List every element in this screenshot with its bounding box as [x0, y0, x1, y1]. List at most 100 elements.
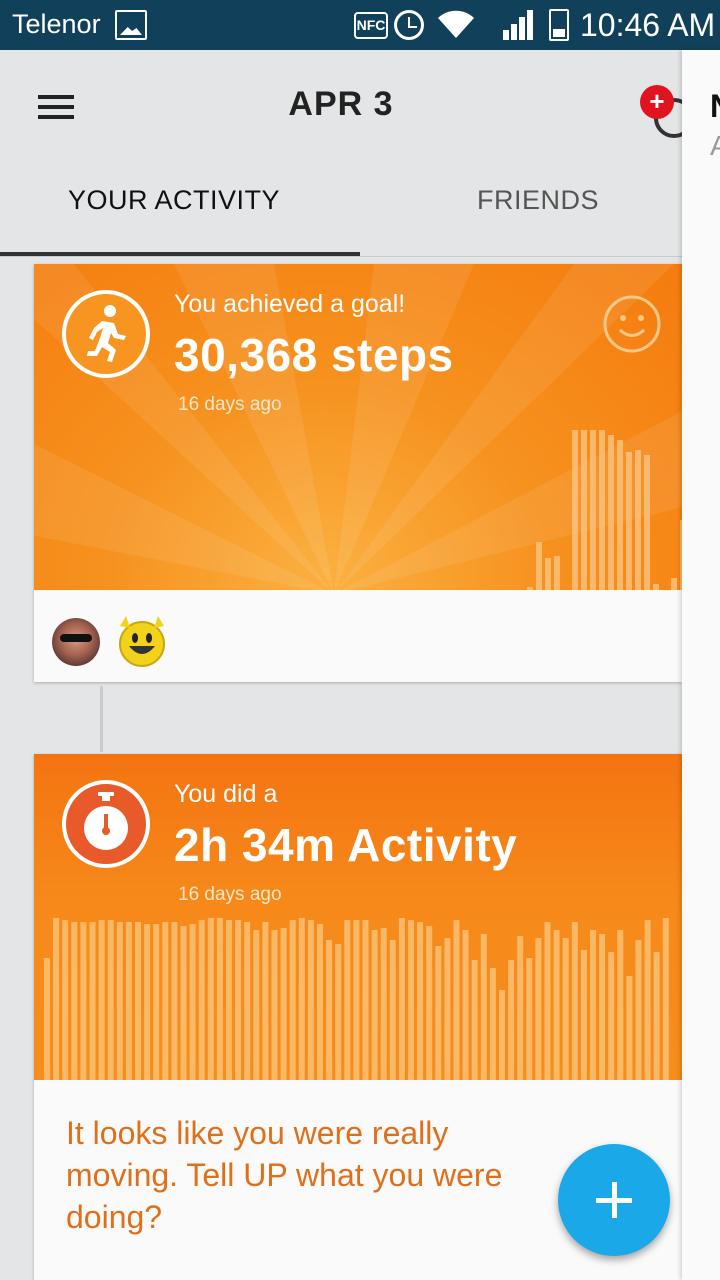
activity-bar	[226, 920, 232, 1080]
goal-card[interactable]: You achieved a goal! 30,368 steps 16 day…	[34, 264, 682, 682]
activity-bar	[444, 938, 451, 1080]
activity-bar	[536, 542, 542, 590]
activity-bar	[545, 558, 551, 590]
message-line: doing?	[66, 1199, 163, 1235]
tab-friends[interactable]: FRIENDS	[477, 185, 599, 216]
activity-bar	[544, 922, 551, 1080]
clock: 10:46 AM	[580, 7, 716, 43]
activity-bar	[162, 922, 169, 1080]
activity-bar	[389, 940, 396, 1080]
goal-age: 16 days ago	[178, 394, 282, 415]
activity-bar	[107, 920, 114, 1080]
activity-bar	[144, 924, 151, 1080]
activity-bar	[599, 934, 606, 1080]
activity-bar	[462, 930, 469, 1080]
alarm-icon	[394, 10, 424, 40]
activity-bar	[89, 922, 96, 1080]
drawer-peek-title: N	[710, 88, 720, 125]
activity-bar	[626, 976, 633, 1080]
activity-bar	[480, 934, 487, 1080]
activity-bar	[508, 960, 515, 1080]
activity-bar	[471, 960, 478, 1080]
activity-bar	[153, 924, 160, 1080]
activity-bar	[98, 920, 105, 1080]
carrier-name: Telenor	[12, 9, 101, 39]
add-button[interactable]	[558, 1144, 670, 1256]
activity-bar	[408, 920, 414, 1080]
activity-bar	[171, 922, 178, 1080]
activity-bar	[116, 922, 123, 1080]
activity-bar	[71, 922, 78, 1080]
tab-divider	[0, 256, 682, 257]
activity-bar	[180, 926, 187, 1080]
activity-bar	[353, 920, 360, 1080]
activity-bar	[262, 922, 269, 1080]
activity-bar	[653, 952, 660, 1080]
activity-bar	[635, 450, 641, 590]
activity-bar	[298, 918, 305, 1080]
activity-bar	[380, 928, 387, 1080]
activity-bar	[572, 430, 578, 590]
activity-bar	[617, 930, 624, 1080]
status-bar: Telenor NFC 10:46 AM	[0, 0, 720, 50]
activity-bar	[499, 990, 505, 1080]
activity-message[interactable]: It looks like you were really moving. Te…	[66, 1112, 626, 1238]
activity-bar	[608, 435, 614, 590]
activity-subtitle: You did a	[174, 780, 278, 808]
activity-age: 16 days ago	[178, 884, 282, 905]
activity-bar	[335, 944, 342, 1080]
activity-bar	[198, 920, 205, 1080]
activity-bar	[371, 930, 378, 1080]
running-person-icon	[62, 290, 150, 378]
goal-subtitle: You achieved a goal!	[174, 290, 406, 318]
activity-bar	[307, 920, 314, 1080]
activity-bar	[435, 946, 442, 1080]
activity-bar	[62, 920, 69, 1080]
smiley-icon[interactable]	[602, 294, 662, 354]
activity-bar	[289, 920, 296, 1080]
app-bar: APR 3 + YOUR ACTIVITY FRIENDS	[0, 50, 694, 258]
activity-bar	[580, 950, 587, 1080]
activity-bar	[608, 952, 615, 1080]
activity-bar	[599, 430, 605, 590]
activity-bar	[207, 918, 214, 1080]
activity-bar	[326, 940, 333, 1080]
activity-bar	[53, 918, 60, 1080]
message-line: moving. Tell UP what you were	[66, 1157, 503, 1193]
activity-bar	[253, 930, 260, 1080]
stopwatch-icon	[62, 780, 150, 868]
tab-your-activity[interactable]: YOUR ACTIVITY	[68, 185, 280, 216]
activity-bar	[244, 922, 251, 1080]
activity-bar	[189, 924, 196, 1080]
activity-bar	[125, 922, 132, 1080]
activity-headline: 2h 34m Activity	[174, 819, 518, 871]
wifi-icon	[438, 10, 474, 39]
activity-bar	[426, 926, 433, 1080]
nfc-icon: NFC	[354, 12, 388, 39]
user-avatar[interactable]	[52, 618, 100, 666]
activity-bar	[535, 938, 542, 1080]
activity-bar	[527, 587, 533, 590]
activity-bar	[671, 578, 677, 590]
activity-bar	[135, 922, 141, 1080]
activity-bar	[280, 928, 287, 1080]
steps-headline: 30,368 steps	[174, 329, 454, 381]
activity-bar	[80, 922, 87, 1080]
activity-bar	[590, 430, 596, 590]
page-title: APR 3	[288, 85, 394, 123]
activity-bar	[553, 930, 560, 1080]
activity-bar	[626, 452, 632, 590]
activity-bar	[581, 430, 587, 590]
activity-bar	[517, 936, 524, 1080]
activity-bar	[653, 584, 659, 590]
message-line: It looks like you were really	[66, 1115, 449, 1151]
activity-bar	[644, 455, 650, 590]
activity-bar	[398, 918, 405, 1080]
notification-icon[interactable]: +	[640, 85, 674, 119]
drawer-peek[interactable]: N A	[682, 50, 720, 1280]
activity-bar	[635, 940, 642, 1080]
activity-bar	[617, 440, 623, 590]
emoji-cheer-icon[interactable]	[114, 612, 170, 668]
activity-bar	[644, 920, 651, 1080]
activity-bar	[362, 920, 369, 1080]
